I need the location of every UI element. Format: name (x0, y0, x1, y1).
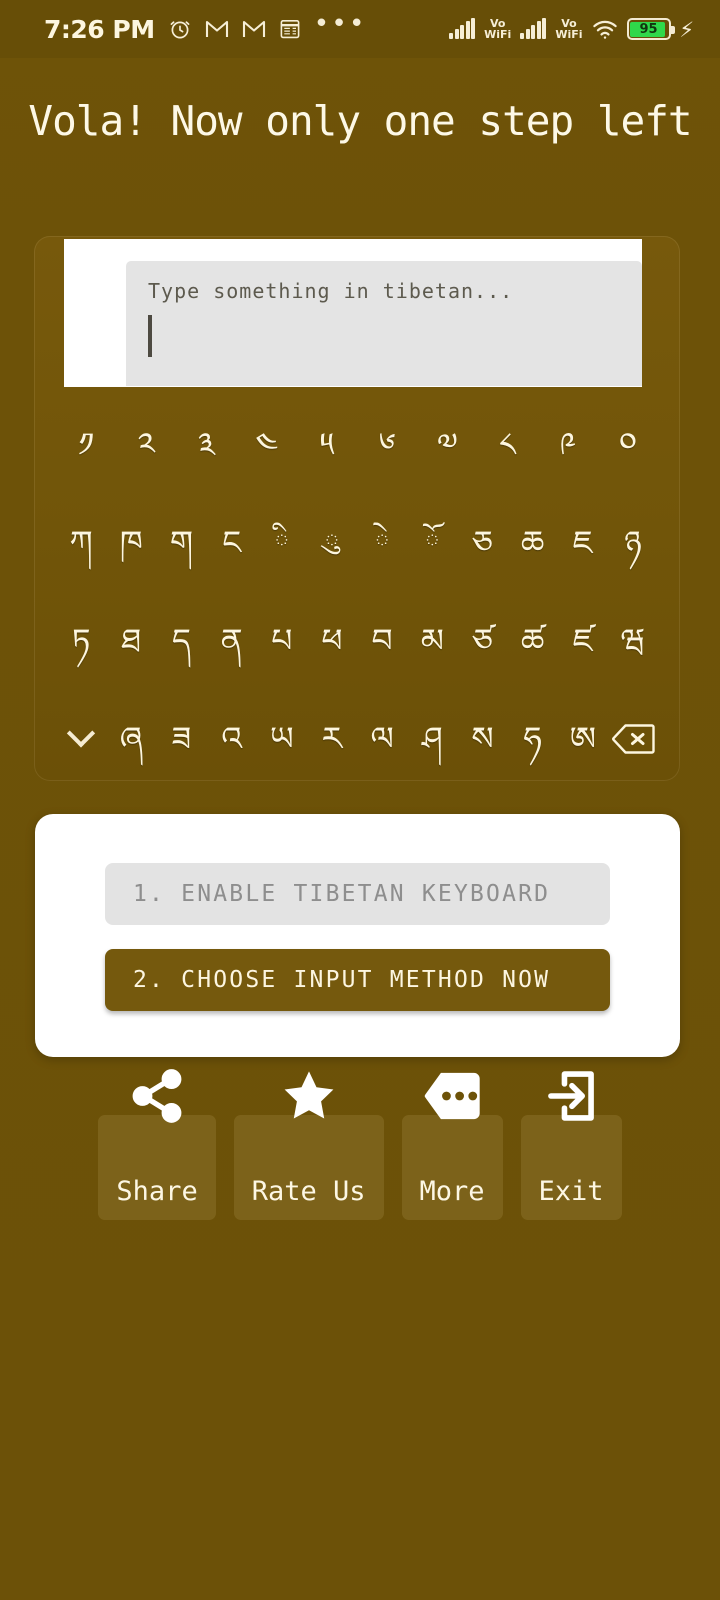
key-ca[interactable]: ཅ (457, 524, 507, 562)
key-tibetan-digit-0[interactable]: ༠ (598, 426, 658, 464)
charging-bolt-icon: ⚡ (679, 15, 694, 43)
backspace-icon[interactable] (608, 723, 658, 755)
battery-icon: 95 (626, 18, 675, 40)
bottom-action-bar: Share Rate Us More Exit (0, 1069, 720, 1220)
key-na[interactable]: ན (207, 622, 257, 660)
signal-bars-sim2-icon (520, 18, 547, 39)
share-button-label: Share (116, 1176, 198, 1207)
rate-us-button[interactable]: Rate Us (233, 1071, 384, 1220)
key-ma[interactable]: མ (407, 622, 457, 660)
key-sha[interactable]: ཤ (407, 720, 457, 758)
key-vowel-i[interactable]: ི (257, 524, 307, 562)
key-tibetan-digit-1[interactable]: ༡ (56, 426, 116, 464)
key-tibetan-digit-3[interactable]: ༣ (176, 426, 236, 464)
key-tsa[interactable]: ཙ (457, 622, 507, 660)
key-ha[interactable]: ཧ (508, 720, 558, 758)
exit-arrow-icon (540, 1065, 602, 1127)
keyboard-preview-card: Type something in tibetan... ༡ ༢ ༣ ༤ ༥ ༦… (34, 236, 680, 781)
key-tibetan-digit-2[interactable]: ༢ (116, 426, 176, 464)
key-nya[interactable]: ཉ (608, 524, 658, 562)
key-tibetan-digit-9[interactable]: ༩ (538, 426, 598, 464)
share-nodes-icon (126, 1065, 188, 1127)
key-vowel-u[interactable]: ུ (307, 524, 357, 562)
news-icon (279, 18, 301, 40)
app-screen: 7:26 PM ••• Vo WiFi Vo WiFi 95 ⚡ Vola! N… (0, 0, 720, 1600)
share-button[interactable]: Share (98, 1069, 216, 1220)
key-wa[interactable]: ཝ (608, 622, 658, 660)
key-tsha[interactable]: ཚ (508, 622, 558, 660)
key-la[interactable]: ལ (357, 720, 407, 758)
key-vowel-e[interactable]: ེ (357, 524, 407, 562)
status-bar-clock: 7:26 PM (44, 14, 155, 44)
key-pha[interactable]: ཕ (307, 622, 357, 660)
key-cha[interactable]: ཆ (508, 524, 558, 562)
vowifi-line2: WiFi (555, 28, 583, 41)
key-tibetan-digit-4[interactable]: ༤ (237, 426, 297, 464)
key-kha[interactable]: ཁ (106, 524, 156, 562)
star-icon (278, 1065, 340, 1127)
notification-overflow-icon: ••• (313, 9, 367, 39)
text-caret (148, 315, 152, 357)
key-ta[interactable]: ཏ (56, 622, 106, 660)
exit-button[interactable]: Exit (520, 1071, 622, 1220)
key-tha[interactable]: ཐ (106, 622, 156, 660)
choose-input-method-button[interactable]: 2. CHOOSE INPUT METHOD NOW (105, 949, 610, 1011)
wifi-icon (592, 19, 618, 40)
key-ra[interactable]: ར (307, 720, 357, 758)
exit-button-label: Exit (538, 1176, 604, 1207)
status-bar-right: Vo WiFi Vo WiFi 95 ⚡ (449, 17, 706, 41)
chevron-down-icon[interactable] (56, 719, 106, 749)
key-tibetan-digit-5[interactable]: ༥ (297, 426, 357, 464)
key-ya[interactable]: ཡ (257, 720, 307, 758)
backspace-glyph (611, 723, 655, 755)
alarm-clock-icon (168, 17, 192, 41)
keyboard-row-3: ཏ ཐ ད ན པ ཕ བ མ ཙ ཚ ཛ ཝ (34, 592, 680, 690)
vowifi-label-sim1: Vo WiFi (484, 18, 511, 40)
gmail-icon (205, 19, 229, 39)
key-zha[interactable]: ཞ (106, 720, 156, 758)
key-vowel-o[interactable]: ོ (407, 524, 457, 562)
key-nga[interactable]: ང (207, 524, 257, 562)
page-title: Vola! Now only one step left (28, 97, 692, 145)
key-ja[interactable]: ཇ (558, 524, 608, 562)
status-bar-left: 7:26 PM ••• (14, 9, 367, 44)
key-a-chung[interactable]: འ (207, 720, 257, 758)
key-tibetan-digit-7[interactable]: ༧ (417, 426, 477, 464)
setup-steps-card: 1. ENABLE TIBETAN KEYBOARD 2. CHOOSE INP… (35, 814, 680, 1057)
key-ga[interactable]: ག (156, 524, 206, 562)
more-button[interactable]: More (401, 1072, 503, 1220)
tag-ellipsis-icon (421, 1065, 483, 1127)
key-a[interactable]: ཨ (558, 720, 608, 758)
tibetan-text-input[interactable]: Type something in tibetan... (126, 261, 642, 386)
key-ba[interactable]: བ (357, 622, 407, 660)
keyboard-input-surface: Type something in tibetan... (64, 239, 642, 387)
key-tibetan-digit-6[interactable]: ༦ (357, 426, 417, 464)
rate-us-button-label: Rate Us (251, 1176, 366, 1207)
keyboard-rows: ༡ ༢ ༣ ༤ ༥ ༦ ༧ ༨ ༩ ༠ ཀ ཁ ག ང ི ུ ེ ོ ཅ ཆ … (34, 396, 680, 788)
keyboard-row-4: ཞ ཟ འ ཡ ར ལ ཤ ས ཧ ཨ (34, 690, 680, 788)
key-pa[interactable]: པ (257, 622, 307, 660)
keyboard-row-2: ཀ ཁ ག ང ི ུ ེ ོ ཅ ཆ ཇ ཉ (34, 494, 680, 592)
input-placeholder: Type something in tibetan... (148, 279, 514, 303)
chevron-down-glyph (66, 719, 96, 748)
key-sa[interactable]: ས (457, 720, 507, 758)
key-tibetan-digit-8[interactable]: ༨ (477, 426, 537, 464)
enable-tibetan-keyboard-button[interactable]: 1. ENABLE TIBETAN KEYBOARD (105, 863, 610, 925)
battery-percent-label: 95 (639, 21, 658, 37)
gmail-icon (242, 19, 266, 39)
status-bar: 7:26 PM ••• Vo WiFi Vo WiFi 95 ⚡ (0, 0, 720, 58)
vowifi-line2: WiFi (484, 28, 512, 41)
keyboard-row-1: ༡ ༢ ༣ ༤ ༥ ༦ ༧ ༨ ༩ ༠ (34, 396, 680, 494)
more-button-label: More (419, 1176, 485, 1207)
key-dza[interactable]: ཛ (558, 622, 608, 660)
key-ka[interactable]: ཀ (56, 524, 106, 562)
vowifi-label-sim2: Vo WiFi (555, 18, 582, 40)
key-za[interactable]: ཟ (156, 720, 206, 758)
signal-bars-sim1-icon (449, 18, 476, 39)
key-da[interactable]: ད (156, 622, 206, 660)
